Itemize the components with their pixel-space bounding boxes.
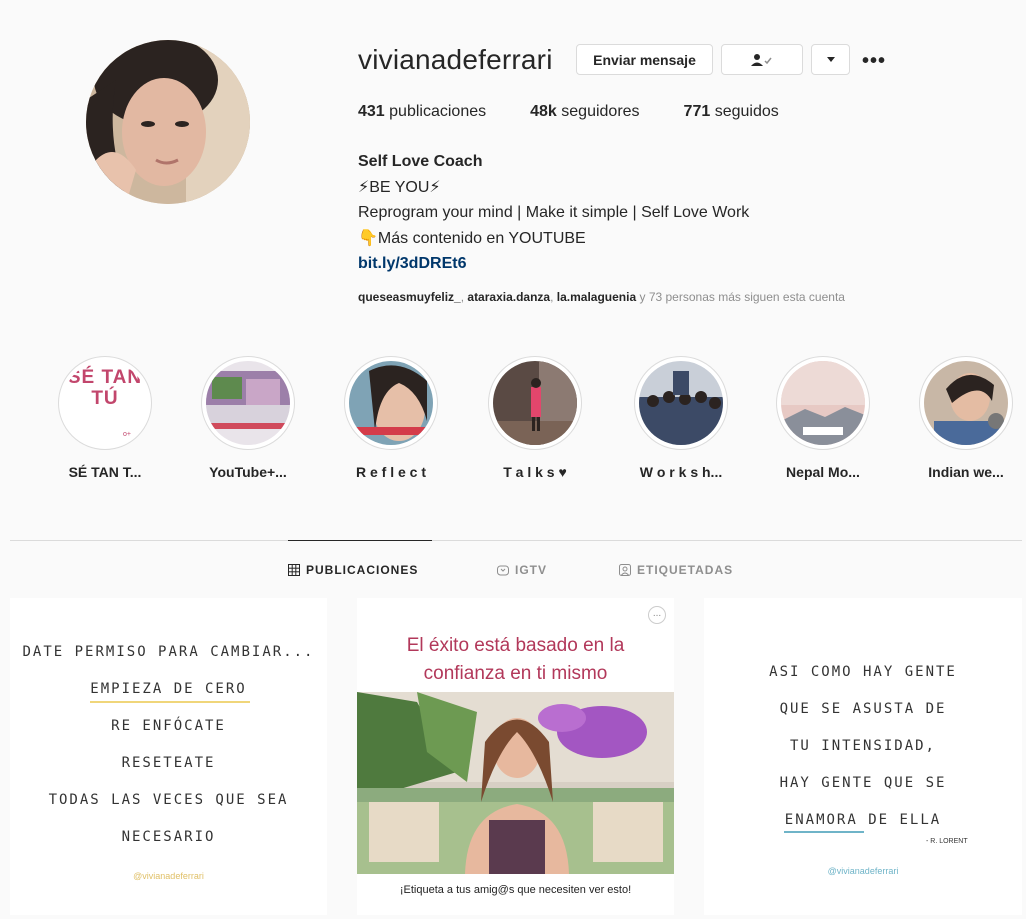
post-handle: @vivianadeferrari [827,866,899,876]
chevron-down-icon [826,56,835,62]
highlight-label: YouTube+... [209,464,287,480]
bio-line-1: ⚡BE YOU⚡ [358,178,441,196]
post-photo [357,692,674,874]
more-icon: ••• [862,50,887,72]
highlight-label: T a l k s ♥ [503,464,567,480]
tab-igtv[interactable]: IGTV [497,563,547,577]
separator: , [550,290,557,304]
post-text-line: ENAMORA DE ELLA [784,812,942,828]
following-label: seguidos [714,103,779,120]
post-handle: @vivianadeferrari [133,871,204,881]
post-text-line: HAY GENTE QUE SE [779,775,947,791]
tab-etiquetadas[interactable]: ETIQUETADAS [619,563,733,577]
highlight-cover [344,356,438,450]
send-message-button[interactable]: Enviar mensaje [576,44,713,75]
highlight-label: Nepal Mo... [786,464,860,480]
highlight-cover [776,356,870,450]
underline-highlight [90,701,250,703]
post-tile[interactable]: ... El éxito está basado en la confianza… [357,598,674,915]
profile-username: vivianadeferrari [358,44,553,75]
highlight-label: SÉ TAN T... [68,464,142,480]
following-stat[interactable]: 771 seguidos [684,103,779,121]
post-text-line: RESETEATE [121,755,216,771]
following-button[interactable] [721,44,803,75]
bio-name: Self Love Coach [358,153,483,170]
profile-avatar[interactable] [86,40,250,204]
tab-label: PUBLICACIONES [306,563,419,577]
follower-user-2[interactable]: ataraxia.danza [467,290,550,304]
tabs-divider [10,540,1022,541]
following-count: 771 [683,103,711,120]
active-tab-indicator [288,540,432,541]
followed-by-rest: y 73 personas más siguen esta cuenta [636,290,845,304]
highlight-item[interactable]: Nepal Mo... [775,356,871,480]
follower-user-3[interactable]: la.malaguenia [557,290,636,304]
highlight-cover [919,356,1013,450]
highlight-item[interactable]: YouTube+... [200,356,296,480]
followers-label: seguidores [561,103,640,120]
highlight-item[interactable]: Indian we... [918,356,1014,480]
post-text-line: ASI COMO HAY GENTE [769,664,957,680]
post-text-line: EMPIEZA DE CERO [90,681,247,697]
bio-line-3: 👇Más contenido en YOUTUBE [358,229,586,247]
highlight-cover: SÉ TAN TÚ o+ [58,356,152,450]
profile-stats: 431 publicaciones 48k seguidores 771 seg… [358,103,823,121]
post-text-line: TODAS LAS VECES QUE SEA [48,792,289,808]
post-title: El éxito está basado en la confianza en … [406,635,625,684]
profile-bio: Self Love Coach ⚡BE YOU⚡ Reprogram your … [358,149,749,277]
highlight-label: R e f l e c t [355,464,427,480]
post-caption: ¡Etiqueta a tus amig@s que necesiten ver… [399,884,632,896]
grid-icon [288,564,300,576]
posts-count: 431 [358,103,385,120]
post-tile[interactable]: ASI COMO HAY GENTE QUE SE ASUSTA DE TU I… [704,598,1022,915]
posts-stat: 431 publicaciones [358,103,486,121]
post-text-line: QUE SE ASUSTA DE [779,701,947,717]
highlight-cover [634,356,728,450]
igtv-icon [497,565,509,576]
person-check-icon [751,53,772,66]
followers-stat[interactable]: 48k seguidores [530,103,639,121]
bio-line-2: Reprogram your mind | Make it simple | S… [358,204,750,221]
carousel-badge: ... [648,606,666,624]
followers-count: 48k [530,103,557,120]
post-text-line: DATE PERMISO PARA CAMBIAR... [22,644,315,660]
highlight-item[interactable]: W o r k s h... [633,356,729,480]
highlight-item[interactable]: SÉ TAN TÚ o+ SÉ TAN T... [57,356,153,480]
posts-label: publicaciones [389,103,487,120]
followed-by-text[interactable]: queseasmuyfeliz_, ataraxia.danza, la.mal… [358,290,845,304]
highlight-cover [488,356,582,450]
underline-highlight [784,831,864,833]
highlight-item[interactable]: R e f l e c t [343,356,439,480]
post-tile[interactable]: DATE PERMISO PARA CAMBIAR... EMPIEZA DE … [10,598,327,915]
suggested-dropdown-button[interactable] [811,44,850,75]
tagged-icon [619,564,631,576]
post-author: - R. LORENT [926,838,968,845]
highlight-cover [201,356,295,450]
follower-user-1[interactable]: queseasmuyfeliz_ [358,290,461,304]
highlight-label: W o r k s h... [639,464,723,480]
highlight-cover-small: o+ [123,431,131,438]
tab-label: ETIQUETADAS [637,563,734,577]
post-text-line: RE ENFÓCATE [111,718,226,734]
tab-label: IGTV [515,563,548,577]
post-text-line: TU INTENSIDAD, [789,738,936,754]
bio-link[interactable]: bit.ly/3dDREt6 [358,251,749,277]
more-options-button[interactable]: ••• [862,50,886,73]
post-text-line: NECESARIO [121,829,216,845]
highlight-item[interactable]: T a l k s ♥ [487,356,583,480]
highlight-cover-text: SÉ TAN TÚ [67,367,143,409]
highlight-label: Indian we... [928,464,1004,480]
tab-publicaciones[interactable]: PUBLICACIONES [288,563,418,577]
